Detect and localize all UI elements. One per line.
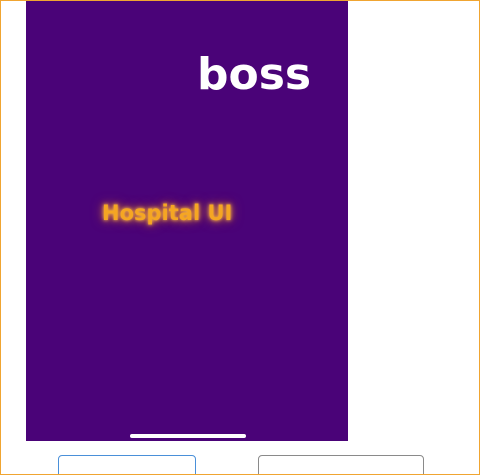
home-indicator[interactable] <box>130 434 246 438</box>
boss-title: boss <box>197 49 312 100</box>
hospital-ui-label: Hospital UI <box>102 201 233 225</box>
app-screen: boss Hospital UI <box>26 1 348 441</box>
left-action-button[interactable] <box>58 455 196 474</box>
preview-frame: boss Hospital UI <box>0 0 480 475</box>
right-action-button[interactable] <box>258 455 424 474</box>
